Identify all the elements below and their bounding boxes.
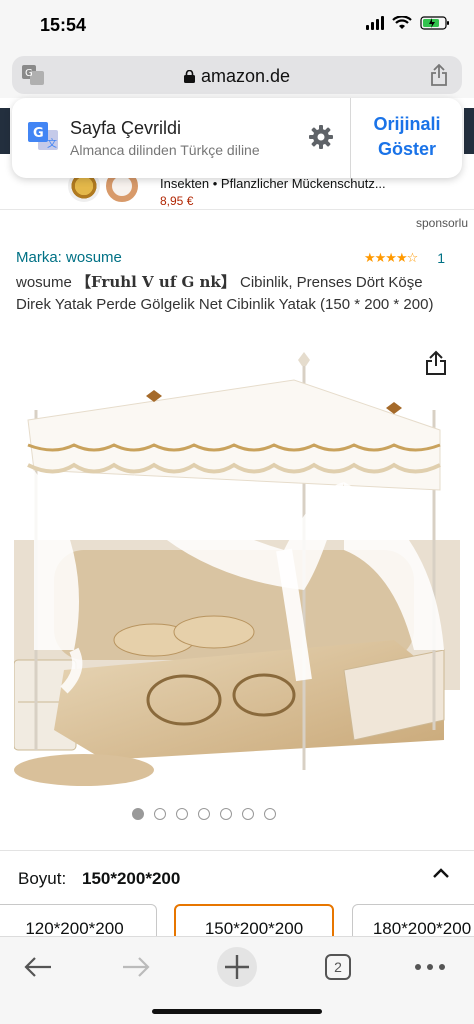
carousel-dots-row — [132, 808, 276, 820]
carousel-dot[interactable] — [198, 808, 210, 820]
back-button[interactable] — [16, 945, 60, 989]
title-brand: wosume — [16, 274, 72, 291]
brand-prefix: Marka: — [16, 249, 62, 266]
rating[interactable]: ★★★★☆ 1 — [364, 250, 445, 266]
show-original-button[interactable]: Orijinali Göster — [352, 112, 462, 162]
back-arrow-icon — [24, 957, 51, 977]
size-options: 120*200*200 150*200*200 180*200*200 — [0, 904, 474, 940]
tabs-icon: 2 — [325, 954, 351, 980]
size-option[interactable]: 180*200*200 — [352, 904, 474, 940]
battery-icon — [420, 16, 450, 30]
tabs-button[interactable]: 2 — [316, 945, 360, 989]
url-text[interactable]: amazon.de — [12, 66, 462, 87]
share-icon[interactable] — [430, 64, 448, 86]
size-option-selected[interactable]: 150*200*200 — [174, 904, 334, 940]
carousel-dot[interactable] — [220, 808, 232, 820]
status-time: 15:54 — [40, 15, 87, 35]
ad-price: 8,95 € — [160, 194, 194, 208]
carousel-dot[interactable] — [264, 808, 276, 820]
forward-arrow-icon — [123, 957, 150, 977]
home-indicator — [152, 1009, 322, 1014]
ad-title[interactable]: Insekten • Pflanzlicher Mückenschutz... — [160, 176, 386, 191]
svg-text:G: G — [33, 126, 44, 141]
share-icon[interactable] — [424, 350, 448, 376]
url-label: amazon.de — [200, 66, 291, 86]
gear-icon[interactable] — [308, 124, 334, 150]
signal-icon — [366, 16, 384, 30]
product-image[interactable] — [14, 350, 460, 790]
page-header-edge — [0, 108, 10, 154]
svg-text:文: 文 — [47, 137, 57, 150]
translation-banner: G 文 Sayfa Çevrildi Almanca dilinden Türk… — [12, 98, 462, 178]
image-carousel-dots — [0, 808, 474, 820]
more-button[interactable] — [408, 945, 452, 989]
brand-name[interactable]: wosume — [66, 249, 122, 266]
carousel-dot[interactable] — [154, 808, 166, 820]
chevron-up-icon[interactable] — [432, 867, 450, 879]
banner-divider — [350, 98, 351, 178]
translate-icon: G 文 — [28, 122, 58, 150]
product-title: wosume 【Fruhl V uf G nk】 Cibinlik, Prens… — [16, 271, 460, 316]
sponsored-label: sponsorlu — [415, 216, 468, 230]
lock-icon — [183, 70, 195, 83]
size-option[interactable]: 120*200*200 — [0, 904, 157, 940]
size-label: Boyut: — [18, 869, 67, 888]
page-header-edge — [464, 108, 474, 154]
carousel-dot[interactable] — [176, 808, 188, 820]
banner-subtitle: Almanca dilinden Türkçe diline — [70, 142, 260, 158]
new-tab-button[interactable] — [215, 945, 259, 989]
carousel-dot[interactable] — [242, 808, 254, 820]
browser-chrome: G amazon.de — [0, 52, 474, 98]
brand-link[interactable]: Marka: wosume — [16, 249, 122, 266]
forward-button[interactable] — [114, 945, 158, 989]
size-selected-value: 150*200*200 — [82, 869, 181, 888]
status-bar: 15:54 — [0, 0, 474, 52]
more-icon — [415, 964, 445, 970]
url-bar[interactable]: G amazon.de — [12, 56, 462, 94]
status-icons — [366, 16, 450, 30]
star-rating-icon: ★★★★☆ — [364, 250, 418, 265]
banner-title: Sayfa Çevrildi — [70, 118, 182, 138]
size-selector[interactable]: Boyut: 150*200*200 — [0, 850, 474, 906]
carousel-dot[interactable] — [132, 808, 144, 820]
rating-count[interactable]: 1 — [437, 250, 445, 266]
plus-icon — [217, 947, 257, 987]
title-bracket: 【Fruhl V uf G nk】 — [76, 273, 236, 291]
wifi-icon — [392, 16, 412, 30]
